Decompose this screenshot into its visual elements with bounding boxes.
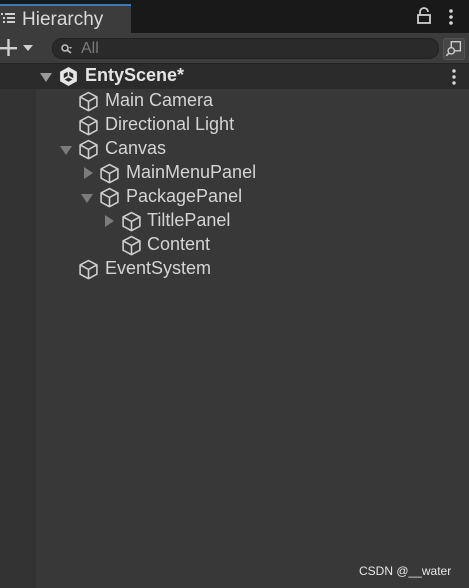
- tree-gutter: [0, 64, 36, 588]
- search-icon: [61, 44, 72, 54]
- tree-item-label: Main Camera: [105, 90, 214, 110]
- gameobject-cube-icon: [100, 187, 119, 208]
- tree-item-event-system[interactable]: EventSystem: [36, 257, 469, 281]
- tab-bar: Hierarchy: [0, 0, 469, 33]
- tree-item-tiltle-panel[interactable]: TiltlePanel: [36, 209, 469, 233]
- gameobject-cube-icon: [100, 163, 119, 184]
- tree-item-main-camera[interactable]: Main Camera: [36, 89, 469, 113]
- tree-item-package-panel[interactable]: PackagePanel: [36, 185, 469, 209]
- tree-item-label: MainMenuPanel: [126, 162, 257, 182]
- add-button[interactable]: [0, 38, 40, 58]
- gameobject-cube-icon: [122, 211, 141, 232]
- gameobject-cube-icon: [122, 235, 141, 256]
- gameobject-cube-icon: [79, 259, 98, 280]
- watermark-text: CSDN @__water: [359, 564, 452, 578]
- list-icon: [1, 13, 15, 23]
- tree-item-canvas[interactable]: Canvas: [36, 137, 469, 161]
- tree-item-label: TiltlePanel: [147, 210, 231, 230]
- tree-item-content[interactable]: Content: [36, 233, 469, 257]
- search-input[interactable]: [81, 39, 421, 58]
- scene-row[interactable]: EntyScene*: [0, 64, 469, 89]
- tree-item-label: Directional Light: [105, 114, 235, 134]
- hierarchy-window: Hierarchy All EntyScene* Main Camera Dir…: [0, 0, 469, 588]
- tree-item-label: EventSystem: [105, 258, 212, 278]
- gameobject-cube-icon: [79, 91, 98, 112]
- collapse-arrow-icon[interactable]: [82, 167, 94, 179]
- tree-item-label: PackagePanel: [126, 186, 243, 206]
- collapse-arrow-icon[interactable]: [103, 215, 115, 227]
- unity-scene-icon: [60, 67, 77, 86]
- gameobject-cube-icon: [79, 139, 98, 160]
- expand-arrow-icon[interactable]: [81, 192, 93, 204]
- scene-more-options-icon[interactable]: [451, 68, 457, 86]
- scene-name: EntyScene*: [85, 65, 185, 85]
- tree-item-label: Canvas: [105, 138, 167, 158]
- tree-item-directional-light[interactable]: Directional Light: [36, 113, 469, 137]
- tab-hierarchy[interactable]: Hierarchy: [0, 4, 131, 33]
- expand-arrow-icon[interactable]: [60, 144, 72, 156]
- expand-arrow-icon[interactable]: [40, 71, 52, 83]
- tree-item-label: Content: [147, 234, 211, 254]
- more-options-icon[interactable]: [447, 8, 455, 26]
- gameobject-cube-icon: [79, 115, 98, 136]
- toolbar: [0, 33, 469, 64]
- search-field[interactable]: [52, 38, 439, 59]
- tree-item-main-menu-panel[interactable]: MainMenuPanel: [36, 161, 469, 185]
- lock-icon[interactable]: [416, 7, 432, 25]
- search-mode-icon: [445, 41, 462, 57]
- search-mode-button[interactable]: [443, 38, 465, 60]
- tab-title: Hierarchy: [22, 9, 104, 30]
